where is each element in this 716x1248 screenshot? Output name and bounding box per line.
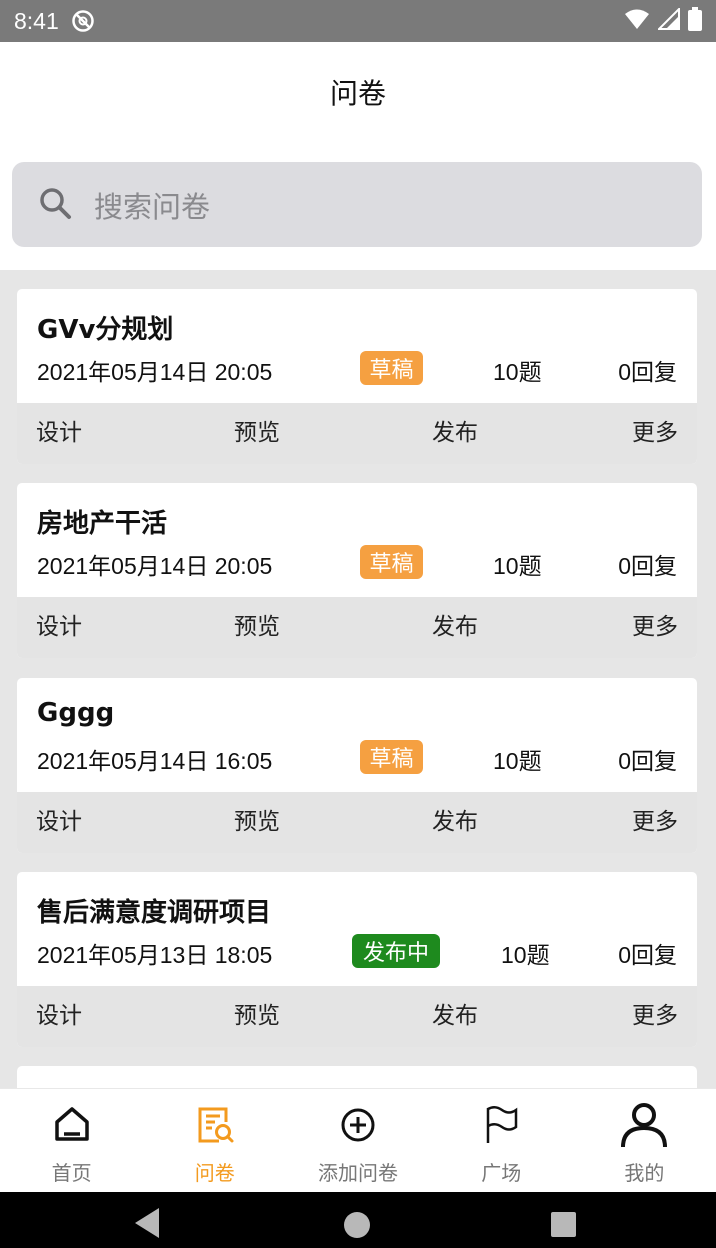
question-count: 10题 <box>493 553 542 579</box>
tab-home[interactable]: 首页 <box>0 1089 143 1192</box>
back-icon[interactable] <box>133 1206 161 1244</box>
reply-count: 0回复 <box>618 748 677 774</box>
search-icon <box>38 186 72 224</box>
flag-icon <box>477 1101 525 1149</box>
tab-survey[interactable]: 问卷 <box>143 1089 286 1192</box>
reply-count: 0回复 <box>618 553 677 579</box>
page-title: 问卷 <box>329 77 386 110</box>
survey-date: 2021年05月14日 16:05 <box>37 748 273 774</box>
status-badge: 草稿 <box>360 351 423 385</box>
question-count: 10题 <box>501 942 550 968</box>
publish-button[interactable]: 发布 <box>432 597 478 658</box>
add-circle-icon <box>334 1101 382 1149</box>
survey-date: 2021年05月14日 20:05 <box>37 553 273 579</box>
wifi-icon <box>624 8 650 34</box>
card-actions: 设计 预览 发布 更多 <box>17 792 697 853</box>
system-nav-bar <box>0 1192 716 1248</box>
preview-button[interactable]: 预览 <box>234 986 280 1047</box>
more-button[interactable]: 更多 <box>632 597 678 658</box>
preview-button[interactable]: 预览 <box>234 403 280 464</box>
survey-card[interactable]: 房地产干活 2021年05月14日 20:05 草稿 10题 0回复 设计 预览… <box>17 483 697 658</box>
card-actions: 设计 预览 发布 更多 <box>17 597 697 658</box>
survey-name: Gggg <box>37 698 115 728</box>
status-bar: 8:41 <box>0 0 716 42</box>
preview-button[interactable]: 预览 <box>234 597 280 658</box>
survey-card[interactable]: 售后满意度调研项目 2021年05月13日 18:05 发布中 10题 0回复 … <box>17 872 697 1047</box>
survey-name: 房地产干活 <box>37 509 168 539</box>
bottom-tab-bar: 首页 问卷 添加问卷 广场 我的 <box>0 1088 716 1192</box>
search-placeholder: 搜索问卷 <box>94 189 211 224</box>
tab-label: 我的 <box>624 1161 665 1185</box>
card-actions: 设计 预览 发布 更多 <box>17 986 697 1047</box>
status-badge: 草稿 <box>360 545 423 579</box>
survey-card[interactable]: GVv分规划 2021年05月14日 20:05 草稿 10题 0回复 设计 预… <box>17 289 697 464</box>
tab-label: 添加问卷 <box>318 1161 398 1185</box>
survey-date: 2021年05月14日 20:05 <box>37 359 273 385</box>
user-icon <box>620 1101 668 1149</box>
cellular-signal-icon <box>656 6 680 34</box>
status-time: 8:41 <box>14 7 59 34</box>
reply-count: 0回复 <box>618 359 677 385</box>
tab-add-survey[interactable]: 添加问卷 <box>286 1089 429 1192</box>
tab-label: 首页 <box>51 1161 92 1185</box>
design-button[interactable]: 设计 <box>36 792 82 853</box>
card-actions: 设计 预览 发布 更多 <box>17 403 697 464</box>
app-bar: 问卷 <box>0 42 716 142</box>
search-section: 搜索问卷 <box>0 142 716 270</box>
more-button[interactable]: 更多 <box>632 986 678 1047</box>
more-button[interactable]: 更多 <box>632 792 678 853</box>
publish-button[interactable]: 发布 <box>432 986 478 1047</box>
survey-icon <box>191 1101 239 1149</box>
home-nav-icon[interactable] <box>342 1206 372 1244</box>
survey-date: 2021年05月13日 18:05 <box>37 942 273 968</box>
design-button[interactable]: 设计 <box>36 986 82 1047</box>
question-count: 10题 <box>493 359 542 385</box>
survey-card-partial[interactable] <box>17 1066 697 1088</box>
notification-icon <box>71 9 95 33</box>
tab-square[interactable]: 广场 <box>430 1089 573 1192</box>
reply-count: 0回复 <box>618 942 677 968</box>
tab-label: 问卷 <box>194 1161 235 1185</box>
recents-icon[interactable] <box>549 1206 577 1244</box>
question-count: 10题 <box>493 748 542 774</box>
preview-button[interactable]: 预览 <box>234 792 280 853</box>
survey-name: GVv分规划 <box>37 315 174 345</box>
survey-list[interactable]: GVv分规划 2021年05月14日 20:05 草稿 10题 0回复 设计 预… <box>0 270 716 1088</box>
status-badge: 草稿 <box>360 740 423 774</box>
tab-mine[interactable]: 我的 <box>573 1089 716 1192</box>
more-button[interactable]: 更多 <box>632 403 678 464</box>
status-badge: 发布中 <box>352 934 440 968</box>
publish-button[interactable]: 发布 <box>432 792 478 853</box>
design-button[interactable]: 设计 <box>36 403 82 464</box>
survey-card[interactable]: Gggg 2021年05月14日 16:05 草稿 10题 0回复 设计 预览 … <box>17 678 697 853</box>
design-button[interactable]: 设计 <box>36 597 82 658</box>
search-input[interactable]: 搜索问卷 <box>12 162 702 247</box>
survey-name: 售后满意度调研项目 <box>37 898 272 928</box>
battery-icon <box>688 7 702 35</box>
publish-button[interactable]: 发布 <box>432 403 478 464</box>
tab-label: 广场 <box>481 1161 522 1185</box>
home-icon <box>48 1101 96 1149</box>
